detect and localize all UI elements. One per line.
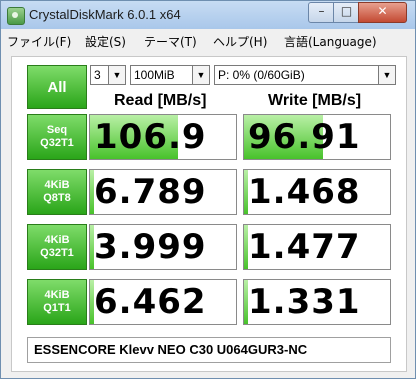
test-label-line1: 4KiB [44,289,70,301]
read-value: 106.9 [94,117,207,157]
close-button[interactable]: ✕ [358,2,407,23]
title-bar[interactable]: CrystalDiskMark 6.0.1 x64 – □ ✕ [1,1,415,29]
drive-select[interactable]: P: 0% (0/60GiB) ▼ [214,65,396,85]
window-title: CrystalDiskMark 6.0.1 x64 [29,7,181,22]
comment-text: ESSENCORE Klevv NEO C30 U064GUR3-NC [34,342,308,357]
test-label-line2: Q8T8 [43,192,71,204]
app-disk-icon [7,7,25,25]
write-header: Write [MB/s] [268,92,362,109]
write-value: 1.468 [248,172,361,212]
read-result-4kib-q8t8: 6.789 [89,169,237,215]
write-result-seq-q32t1: 96.91 [243,114,391,160]
chevron-down-icon: ▼ [378,66,395,84]
menu-theme[interactable]: テーマ(T) [144,33,197,50]
read-value: 6.789 [94,172,207,212]
close-icon: ✕ [377,4,388,18]
menu-file[interactable]: ファイル(F) [7,33,71,50]
read-result-4kib-q1t1: 6.462 [89,279,237,325]
chevron-down-icon: ▼ [192,66,209,84]
size-select[interactable]: 100MiB ▼ [130,65,210,85]
maximize-button[interactable]: □ [333,2,360,23]
test-label-line2: Q32T1 [40,247,74,259]
4kib-q32t1-button[interactable]: 4KiB Q32T1 [27,224,87,270]
4kib-q8t8-button[interactable]: 4KiB Q8T8 [27,169,87,215]
write-value: 96.91 [248,117,361,157]
read-header: Read [MB/s] [114,92,207,109]
menu-language[interactable]: 言語(Language) [284,33,377,50]
write-value: 1.331 [248,282,361,322]
minimize-button[interactable]: – [308,2,335,23]
main-panel: All 3 ▼ 100MiB ▼ P: 0% (0/60GiB) ▼ Read … [11,56,407,372]
read-result-seq-q32t1: 106.9 [89,114,237,160]
write-result-4kib-q1t1: 1.331 [243,279,391,325]
chevron-down-icon: ▼ [108,66,125,84]
minimize-icon: – [318,4,325,18]
menu-help[interactable]: ヘルプ(H) [213,33,267,50]
menu-bar: ファイル(F) 設定(S) テーマ(T) ヘルプ(H) 言語(Language) [1,29,415,51]
drive-value: P: 0% (0/60GiB) [218,68,305,82]
menu-settings[interactable]: 設定(S) [85,33,126,50]
read-value: 3.999 [94,227,207,267]
write-result-4kib-q32t1: 1.477 [243,224,391,270]
test-label-line1: Seq [46,124,68,136]
4kib-q1t1-button[interactable]: 4KiB Q1T1 [27,279,87,325]
seq-q32t1-button[interactable]: Seq Q32T1 [27,114,87,160]
read-value: 6.462 [94,282,207,322]
all-button[interactable]: All [27,65,87,109]
comment-field[interactable]: ESSENCORE Klevv NEO C30 U064GUR3-NC [27,337,391,363]
write-result-4kib-q8t8: 1.468 [243,169,391,215]
maximize-icon: □ [340,4,353,18]
read-result-4kib-q32t1: 3.999 [89,224,237,270]
write-value: 1.477 [248,227,361,267]
test-label-line1: 4KiB [44,179,70,191]
size-value: 100MiB [134,68,175,82]
test-label-line1: 4KiB [44,234,70,246]
count-select[interactable]: 3 ▼ [90,65,126,85]
app-window: CrystalDiskMark 6.0.1 x64 – □ ✕ ファイル(F) … [0,0,416,379]
test-label-line2: Q32T1 [40,137,74,149]
test-label-line2: Q1T1 [43,302,71,314]
count-value: 3 [94,68,101,82]
